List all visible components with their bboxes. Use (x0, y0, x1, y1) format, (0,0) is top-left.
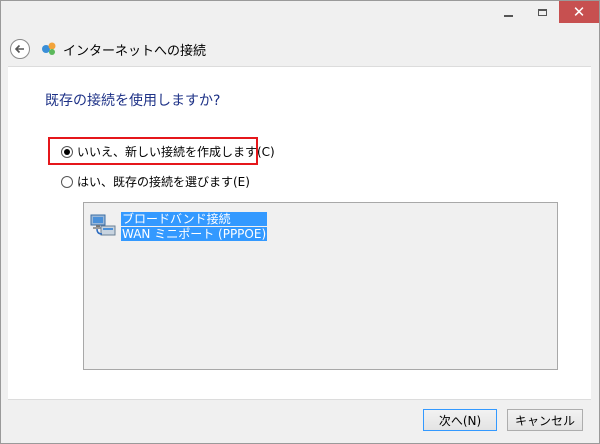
back-button[interactable] (10, 39, 30, 59)
connection-list[interactable]: ブロードバンド接続 WAN ミニポート (PPPOE) (83, 202, 558, 370)
network-connection-icon (90, 214, 116, 236)
title-bar: ✕ (1, 1, 599, 29)
radio-use-existing[interactable]: はい、既存の接続を選びます(E) (61, 173, 250, 190)
minimize-button[interactable] (491, 1, 525, 23)
nav-row: インターネットへの接続 (1, 29, 599, 65)
radio-create-new-label: いいえ、新しい接続を作成します(C) (77, 145, 275, 159)
maximize-icon (537, 8, 547, 16)
back-arrow-icon (14, 44, 24, 54)
question-heading: 既存の接続を使用しますか? (45, 93, 221, 109)
radio-selected-icon (61, 145, 73, 158)
close-icon: ✕ (572, 3, 586, 21)
internet-connection-icon (42, 42, 56, 55)
minimize-icon (503, 15, 513, 17)
connection-name: ブロードバンド接続 (121, 212, 268, 226)
button-bar: 次へ(N) キャンセル (1, 399, 599, 443)
connection-device: WAN ミニポート (PPPOE) (121, 227, 268, 241)
radio-create-new[interactable]: いいえ、新しい接続を作成します(C) (61, 143, 275, 160)
radio-use-existing-label: はい、既存の接続を選びます(E) (77, 175, 250, 189)
cancel-button[interactable]: キャンセル (507, 409, 583, 431)
radio-unselected-icon (61, 175, 73, 188)
dialog-window: ✕ インターネットへの接続 既存の接続を使用しますか? いいえ、新しい接続を作成… (0, 0, 600, 444)
radio-dot (64, 148, 70, 155)
maximize-button[interactable] (525, 1, 559, 23)
close-button[interactable]: ✕ (559, 1, 599, 23)
dialog-title: インターネットへの接続 (63, 44, 207, 59)
list-item[interactable]: ブロードバンド接続 WAN ミニポート (PPPOE) (89, 212, 268, 242)
next-button[interactable]: 次へ(N) (423, 409, 497, 431)
content-panel: 既存の接続を使用しますか? いいえ、新しい接続を作成します(C) はい、既存の接… (8, 66, 591, 400)
